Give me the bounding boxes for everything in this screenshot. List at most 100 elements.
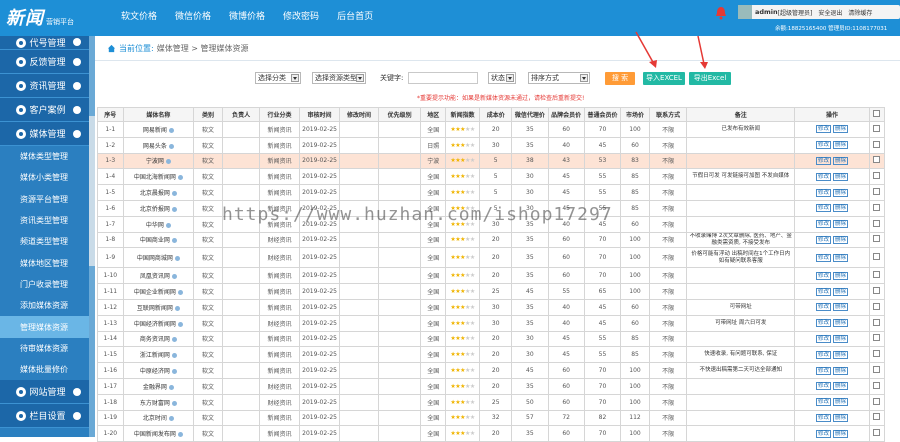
row-checkbox[interactable] (873, 397, 881, 405)
category-select[interactable]: 选择分类 (255, 72, 301, 84)
delete-button[interactable]: 删除 (833, 172, 848, 181)
edit-button[interactable]: 修改 (816, 253, 831, 262)
nav-article-price[interactable]: 软文价格 (112, 0, 166, 36)
info-icon[interactable] (174, 256, 180, 262)
edit-button[interactable]: 修改 (816, 287, 831, 296)
edit-button[interactable]: 修改 (816, 366, 831, 375)
nav-change-password[interactable]: 修改密码 (274, 0, 328, 36)
info-icon[interactable] (171, 400, 177, 406)
status-select[interactable]: 状态 (488, 72, 516, 84)
row-checkbox[interactable] (873, 156, 881, 164)
delete-button[interactable]: 删除 (833, 413, 848, 422)
media-name[interactable]: 互联网新闻网 (137, 305, 173, 312)
delete-button[interactable]: 删除 (833, 303, 848, 312)
edit-button[interactable]: 修改 (816, 413, 831, 422)
edit-button[interactable]: 修改 (816, 271, 831, 280)
edit-button[interactable]: 修改 (816, 334, 831, 343)
row-checkbox[interactable] (873, 350, 881, 358)
media-name[interactable]: 北京侨报网 (140, 206, 170, 213)
delete-button[interactable]: 删除 (833, 125, 848, 134)
sidebar-group-accounts[interactable]: 代号管理 (0, 36, 95, 50)
info-icon[interactable] (168, 143, 174, 149)
delete-button[interactable]: 删除 (833, 156, 848, 165)
edit-button[interactable]: 修改 (816, 172, 831, 181)
select-all-header[interactable] (868, 107, 886, 122)
row-checkbox[interactable] (873, 413, 881, 421)
sidebar-group-feedback[interactable]: 反馈管理 (0, 50, 95, 74)
info-icon[interactable] (171, 353, 177, 359)
sidebar-group-media[interactable]: 媒体管理 (0, 122, 95, 146)
edit-button[interactable]: 修改 (816, 125, 831, 134)
row-checkbox[interactable] (873, 188, 881, 196)
sidebar-group-cases[interactable]: 客户案例 (0, 98, 95, 122)
delete-button[interactable]: 删除 (833, 287, 848, 296)
row-checkbox[interactable] (873, 334, 881, 342)
row-checkbox[interactable] (873, 124, 881, 132)
media-name[interactable]: 金融界网 (143, 384, 167, 391)
info-icon[interactable] (171, 369, 177, 375)
media-name[interactable]: 中国网商城网 (137, 255, 173, 262)
keyword-input[interactable] (408, 72, 478, 84)
row-checkbox[interactable] (873, 219, 881, 227)
sidebar-item-media-region[interactable]: 媒体地区管理 (0, 252, 95, 273)
delete-button[interactable]: 删除 (833, 220, 848, 229)
sidebar-item-resource-platform[interactable]: 资源平台管理 (0, 189, 95, 210)
row-checkbox[interactable] (873, 287, 881, 295)
info-icon[interactable] (165, 222, 171, 228)
row-checkbox[interactable] (873, 253, 881, 261)
delete-button[interactable]: 删除 (833, 366, 848, 375)
info-icon[interactable] (177, 432, 183, 438)
edit-button[interactable]: 修改 (816, 204, 831, 213)
row-checkbox[interactable] (873, 366, 881, 374)
media-name[interactable]: 网易头条 (143, 143, 167, 150)
info-icon[interactable] (165, 159, 171, 165)
delete-button[interactable]: 删除 (833, 141, 848, 150)
media-name[interactable]: 商务资讯网 (140, 336, 170, 343)
row-checkbox[interactable] (873, 302, 881, 310)
import-excel-button[interactable]: 导入EXCEL (643, 72, 685, 85)
media-name[interactable]: 中国北海新闻网 (134, 174, 176, 181)
delete-button[interactable]: 删除 (833, 253, 848, 262)
row-checkbox[interactable] (873, 203, 881, 211)
nav-wechat-price[interactable]: 微信价格 (166, 0, 220, 36)
delete-button[interactable]: 删除 (833, 204, 848, 213)
edit-button[interactable]: 修改 (816, 382, 831, 391)
sidebar-item-add-media[interactable]: 添加媒体资源 (0, 295, 95, 316)
media-name[interactable]: 东方财富网 (140, 400, 170, 407)
media-name[interactable]: 中国企业新闻网 (134, 289, 176, 296)
media-name[interactable]: 中华网 (146, 222, 164, 229)
media-name[interactable]: 浙江新闻网 (140, 352, 170, 359)
delete-button[interactable]: 删除 (833, 319, 848, 328)
info-icon[interactable] (168, 127, 174, 133)
sidebar-group-columns[interactable]: 栏目设置 (0, 404, 95, 429)
sidebar-item-manage-media[interactable]: 管理媒体资源 (0, 316, 95, 338)
notification-bell-icon[interactable] (715, 6, 727, 20)
edit-button[interactable]: 修改 (816, 220, 831, 229)
info-icon[interactable] (171, 206, 177, 212)
clear-cache-link[interactable]: 清除缓存 (848, 8, 872, 17)
delete-button[interactable]: 删除 (833, 188, 848, 197)
delete-button[interactable]: 删除 (833, 382, 848, 391)
delete-button[interactable]: 删除 (833, 271, 848, 280)
edit-button[interactable]: 修改 (816, 141, 831, 150)
info-icon[interactable] (171, 238, 177, 244)
edit-button[interactable]: 修改 (816, 319, 831, 328)
info-icon[interactable] (171, 337, 177, 343)
sidebar-group-news[interactable]: 资讯管理 (0, 74, 95, 98)
row-checkbox[interactable] (873, 235, 881, 243)
sidebar-item-channel-type[interactable]: 频道类型管理 (0, 231, 95, 252)
logo[interactable]: 新闻 营销平台 (6, 4, 74, 30)
row-checkbox[interactable] (873, 271, 881, 279)
media-name[interactable]: 北京晨报网 (140, 190, 170, 197)
delete-button[interactable]: 删除 (833, 350, 848, 359)
select-all-checkbox[interactable] (873, 110, 881, 117)
sidebar-item-batch-price[interactable]: 媒体批量修价 (0, 359, 95, 380)
search-button[interactable]: 搜 索 (605, 72, 635, 85)
edit-button[interactable]: 修改 (816, 235, 831, 244)
row-checkbox[interactable] (873, 140, 881, 148)
row-checkbox[interactable] (873, 381, 881, 389)
media-name[interactable]: 北京时间 (143, 415, 167, 422)
sidebar-item-news-type[interactable]: 资讯类型管理 (0, 210, 95, 231)
edit-button[interactable]: 修改 (816, 156, 831, 165)
row-checkbox[interactable] (873, 172, 881, 180)
